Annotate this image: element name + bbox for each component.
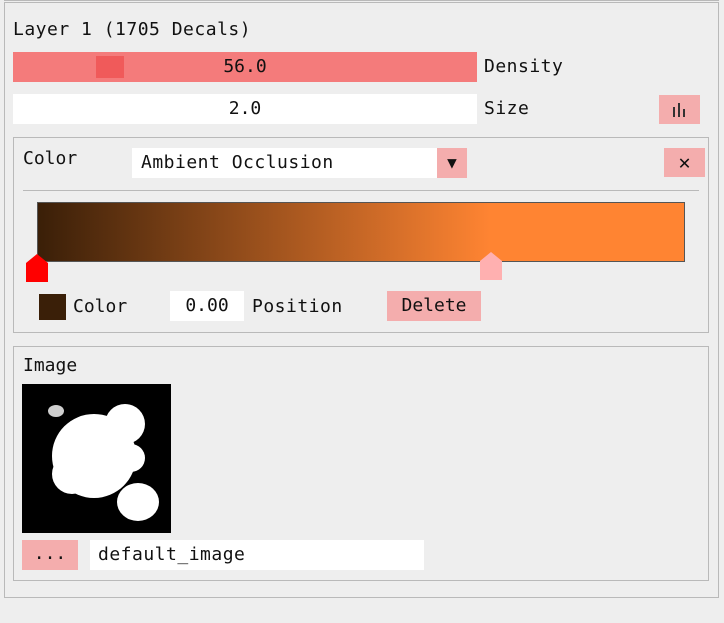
density-slider[interactable]: 56.0 (13, 52, 477, 82)
chevron-down-icon[interactable]: ▼ (437, 148, 467, 178)
stop-color-label: Color (73, 296, 128, 317)
stop-position-label: Position (252, 296, 343, 317)
close-icon[interactable]: ✕ (664, 148, 705, 177)
decal-image-thumbnail[interactable] (22, 384, 171, 533)
stop-position-input[interactable]: 0.00 (170, 291, 244, 321)
image-section-label: Image (23, 355, 78, 376)
layer-title: Layer 1 (1705 Decals) (13, 19, 252, 40)
stop-color-swatch[interactable] (39, 294, 66, 320)
dropdown-selected-value: Ambient Occlusion (141, 152, 334, 173)
delete-stop-button[interactable]: Delete (387, 291, 481, 321)
bar-chart-icon (673, 103, 685, 117)
color-source-dropdown[interactable]: Ambient Occlusion ▼ (132, 148, 467, 178)
gradient-bar[interactable] (37, 202, 685, 262)
browse-button[interactable]: ... (22, 540, 78, 570)
color-section-label: Color (23, 148, 78, 169)
top-border (4, 0, 719, 1)
density-value: 56.0 (223, 56, 267, 77)
histogram-button[interactable] (659, 95, 700, 124)
filename-field[interactable]: default_image (90, 540, 424, 570)
color-panel: Color Ambient Occlusion ▼ ✕ Color 0.00 P… (13, 137, 709, 333)
decal-mask-preview (22, 384, 171, 533)
density-label: Density (484, 56, 564, 77)
size-label: Size (484, 98, 530, 119)
gradient-stop-marker[interactable] (480, 252, 502, 280)
divider (23, 190, 699, 191)
gradient-stop-marker[interactable] (26, 254, 48, 282)
filename-text: default_image (98, 544, 246, 565)
size-value: 2.0 (228, 98, 262, 119)
size-field[interactable]: 2.0 (13, 94, 477, 124)
image-panel: Image ... default_image (13, 346, 709, 581)
